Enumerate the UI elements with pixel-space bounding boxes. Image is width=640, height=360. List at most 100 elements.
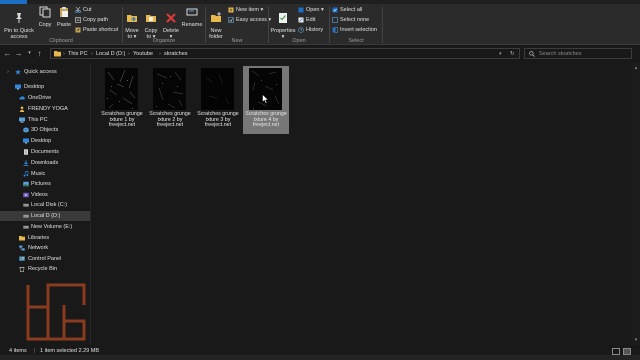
properties-button[interactable]: Properties ▾ [270,6,296,40]
open-icon [298,7,304,13]
organize-group-label: Organize [152,38,176,44]
new-item-icon [228,7,234,13]
chevron-down-icon[interactable]: ▾ [499,49,502,59]
paste-button[interactable]: Paste [55,6,73,28]
sidebar-item-libraries[interactable]: Libraries [0,233,90,243]
pictures-icon [23,181,29,187]
search-box[interactable]: Search skratches [524,48,632,59]
cube-icon [23,127,29,133]
scroll-down-icon[interactable]: ▾ [632,337,640,343]
forward-arrow-icon[interactable]: → [14,49,23,58]
organize-group: Move to ▾ Copy to ▾ Delete ▾ Rename Orga… [123,4,205,45]
sidebar-item-this-pc[interactable]: This PC [0,115,90,125]
paste-icon [60,7,68,17]
sidebar-item-quick-access[interactable]: › Quick access [0,67,90,77]
delete-button[interactable]: Delete ▾ [162,6,180,40]
copy-path-button[interactable]: Copy path [75,16,108,24]
details-view-icon[interactable] [612,348,620,355]
pin-quick-access-button[interactable]: Pin to Quick access [3,6,35,40]
invert-selection-button[interactable]: Invert selection [332,26,377,34]
file-tile[interactable]: Scratches grunge txture 3 by freeject.ne… [195,66,241,134]
sidebar-item-frendy-yoga[interactable]: FRENDY YOGA [0,104,90,114]
file-name: Scratches grunge txture 1 by freeject.ne… [101,111,143,129]
sidebar-item-onedrive[interactable]: OneDrive [0,93,90,103]
file-name: Scratches grunge txture 2 by freeject.ne… [149,111,191,129]
desktop-icon [23,138,29,144]
address-bar[interactable]: › This PC › Local D (D:) › Youtube › skr… [50,48,520,59]
texture-thumbnail [201,68,234,110]
texture-thumbnail [105,68,138,110]
cut-button[interactable]: Cut [75,6,92,14]
file-list: Scratches grunge txture 1 by freeject.ne… [91,63,632,345]
file-tile[interactable]: Scratches grunge txture 2 by freeject.ne… [147,66,193,134]
select-all-button[interactable]: Select all [332,6,362,14]
sidebar-item-music[interactable]: Music [0,169,90,179]
new-group-label: New [231,38,243,44]
scroll-up-icon[interactable]: ▴ [632,65,640,71]
sidebar-item-local-d[interactable]: Local D (D:) [0,211,90,221]
copy-to-button[interactable]: Copy to ▾ [142,6,160,40]
sidebar-item-documents[interactable]: Documents [0,147,90,157]
pin-icon [16,13,22,23]
recent-locations-icon[interactable]: ▾ [25,49,34,58]
back-arrow-icon[interactable]: ← [3,49,12,58]
folder-icon [54,51,61,57]
breadcrumb-this-pc[interactable]: This PC [68,49,88,59]
easy-access-button[interactable]: Easy access ▾ [228,16,271,24]
scissors-icon [75,6,81,13]
breadcrumb-separator: › [159,51,161,57]
breadcrumb-skratches[interactable]: skratches [164,49,188,59]
star-icon [15,69,21,75]
sidebar-item-3d-objects[interactable]: 3D Objects [0,125,90,135]
edit-button[interactable]: Edit [298,16,315,24]
invert-selection-icon [332,26,338,33]
breadcrumb-separator: › [91,51,93,57]
sidebar-item-control-panel[interactable]: Control Panel [0,254,90,264]
sidebar-item-recycle-bin[interactable]: Recycle Bin [0,264,90,274]
taskbar-strip [0,355,640,360]
video-icon [23,192,29,198]
vertical-scrollbar[interactable]: ▴ ▾ [632,63,640,345]
sidebar-item-network[interactable]: Network [0,243,90,253]
sidebar-item-new-volume-e[interactable]: New Volume (E:) [0,222,90,232]
edit-icon [298,17,304,23]
up-arrow-icon[interactable]: ↑ [35,49,44,58]
open-button[interactable]: Open ▾ [298,6,324,14]
library-icon [19,236,25,241]
sidebar-item-local-disk-c[interactable]: Local Disk (C:) [0,200,90,210]
file-tile[interactable]: Scratches grunge txture 1 by freeject.ne… [99,66,145,134]
new-item-button[interactable]: New item ▾ [228,6,263,14]
clipboard-group-label: Clipboard [49,38,73,44]
new-folder-icon [211,12,221,22]
sidebar-item-downloads[interactable]: Downloads [0,158,90,168]
breadcrumb-separator: › [128,51,130,57]
file-name: Scratches grunge txture 3 by freeject.ne… [197,111,239,129]
mouse-cursor-icon [262,94,269,104]
rename-button[interactable]: Rename [181,6,203,28]
history-button[interactable]: History [298,26,323,34]
sidebar-item-videos[interactable]: Videos [0,190,90,200]
new-folder-button[interactable]: New folder [206,6,226,40]
search-icon [529,51,535,57]
paste-shortcut-button[interactable]: Paste shortcut [75,26,118,34]
sidebar-item-pictures[interactable]: Pictures [0,179,90,189]
properties-icon [279,13,287,23]
select-group: Select all Select none Invert selection … [330,4,382,45]
item-count: 4 items [9,348,27,354]
breadcrumb-youtube[interactable]: Youtube [133,49,153,59]
copy-button[interactable]: Copy [36,6,54,28]
document-icon [24,149,28,155]
drive-icon [23,225,29,229]
select-all-icon [332,7,338,13]
select-none-button[interactable]: Select none [332,16,369,24]
sidebar-item-desktop-pc[interactable]: Desktop [0,136,90,146]
new-group: New folder New item ▾ Easy access ▾ New [206,4,271,45]
sidebar-item-desktop[interactable]: Desktop [0,82,90,92]
copy-path-icon [75,16,81,23]
refresh-icon[interactable]: ↻ [510,49,515,59]
move-to-button[interactable]: Move to ▾ [123,6,141,40]
selection-info: 1 item selected 2.29 MB [40,348,100,354]
large-icons-view-icon[interactable] [623,348,631,355]
expand-chevron-icon[interactable]: › [7,67,9,77]
breadcrumb-local-d[interactable]: Local D (D:) [96,49,125,59]
